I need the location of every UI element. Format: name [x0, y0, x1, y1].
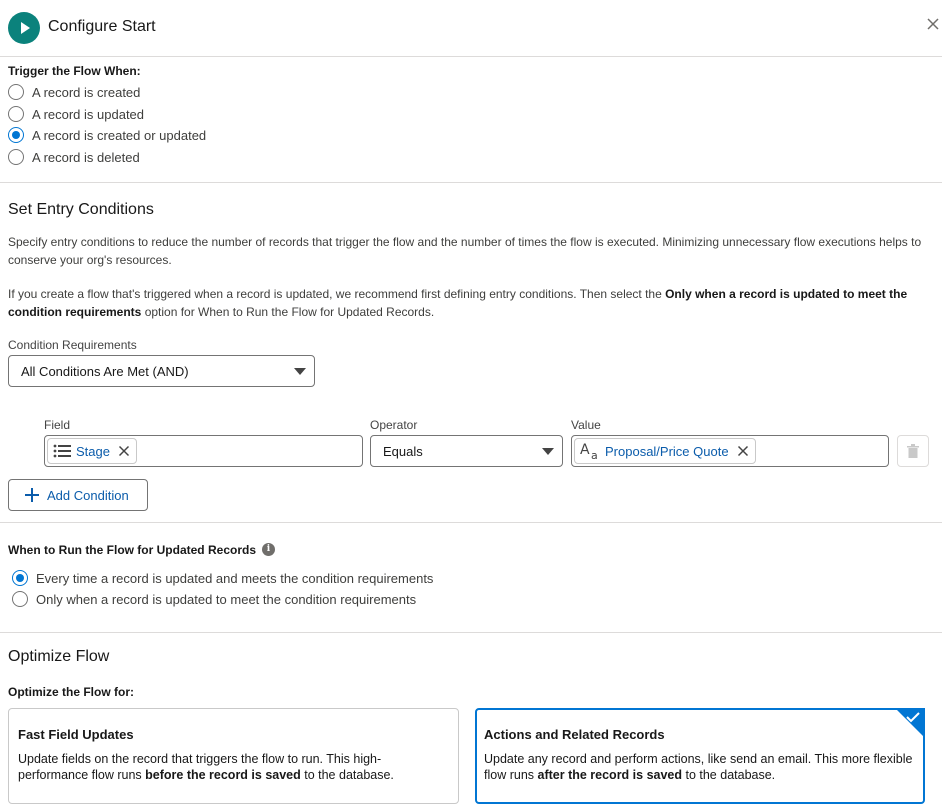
- field-pill-text: Stage: [76, 443, 110, 459]
- play-icon: [8, 12, 40, 44]
- picklist-icon: [53, 444, 71, 458]
- chevron-down-icon: [294, 368, 306, 375]
- close-icon: [927, 18, 939, 30]
- card-title: Fast Field Updates: [18, 727, 134, 742]
- radio-label: A record is created: [32, 84, 141, 100]
- card-desc-bold: after the record is saved: [537, 768, 683, 782]
- trash-icon: [907, 444, 919, 458]
- value-label: Value: [571, 418, 601, 432]
- radio-label: A record is created or updated: [32, 127, 207, 143]
- card-description: Update fields on the record that trigger…: [18, 751, 448, 783]
- divider: [0, 632, 942, 633]
- field-pill[interactable]: Stage: [47, 438, 137, 464]
- info-icon[interactable]: i: [262, 543, 275, 556]
- entry-conditions-description: Specify entry conditions to reduce the n…: [8, 235, 922, 267]
- card-desc-end: to the database.: [682, 768, 776, 782]
- radio-button-checked[interactable]: [12, 570, 28, 586]
- add-condition-label: Add Condition: [47, 487, 129, 503]
- value-pill-text: Proposal/Price Quote: [605, 443, 729, 459]
- svg-text:A: A: [580, 442, 590, 458]
- tip-text: If you create a flow that's triggered wh…: [8, 287, 666, 301]
- checkmark-icon: [906, 712, 920, 723]
- radio-button-checked[interactable]: [8, 127, 24, 143]
- condition-requirements-value: All Conditions Are Met (AND): [21, 364, 189, 379]
- remove-pill-icon[interactable]: [118, 445, 130, 457]
- value-input[interactable]: A a Proposal/Price Quote: [571, 435, 889, 467]
- page-title: Configure Start: [48, 18, 156, 35]
- run-option-every-time[interactable]: Every time a record is updated and meets…: [12, 568, 433, 588]
- optimize-heading: Optimize Flow: [8, 648, 110, 665]
- radio-button[interactable]: [12, 591, 28, 607]
- divider: [0, 182, 942, 183]
- plus-icon: [25, 488, 39, 502]
- trigger-option-updated[interactable]: A record is updated: [8, 104, 144, 124]
- close-button[interactable]: [924, 14, 942, 34]
- card-desc-bold: before the record is saved: [145, 768, 301, 782]
- trigger-option-created[interactable]: A record is created: [8, 82, 140, 102]
- trigger-label: Trigger the Flow When:: [8, 64, 141, 78]
- radio-button[interactable]: [8, 149, 24, 165]
- run-label: When to Run the Flow for Updated Records: [8, 543, 256, 557]
- card-actions-related-records[interactable]: Actions and Related Records Update any r…: [475, 708, 925, 804]
- radio-button[interactable]: [8, 84, 24, 100]
- tip-text-end: option for When to Run the Flow for Upda…: [141, 305, 435, 319]
- delete-condition-button[interactable]: [897, 435, 929, 467]
- radio-button[interactable]: [8, 106, 24, 122]
- chevron-down-icon: [542, 448, 554, 455]
- condition-requirements-label: Condition Requirements: [8, 338, 137, 352]
- trigger-option-created-or-updated[interactable]: A record is created or updated: [8, 125, 206, 145]
- trigger-option-deleted[interactable]: A record is deleted: [8, 147, 140, 167]
- entry-conditions-heading: Set Entry Conditions: [8, 201, 154, 218]
- radio-label: Only when a record is updated to meet th…: [36, 591, 417, 607]
- condition-requirements-select[interactable]: All Conditions Are Met (AND): [8, 355, 315, 387]
- radio-label: Every time a record is updated and meets…: [36, 570, 434, 586]
- card-description: Update any record and perform actions, l…: [484, 751, 914, 783]
- modal-header: Configure Start: [0, 0, 942, 57]
- value-pill[interactable]: A a Proposal/Price Quote: [574, 438, 756, 464]
- operator-select[interactable]: Equals: [370, 435, 563, 467]
- field-label: Field: [44, 418, 71, 432]
- divider: [0, 522, 942, 523]
- card-fast-field-updates[interactable]: Fast Field Updates Update fields on the …: [8, 708, 459, 804]
- text-type-icon: A a: [580, 442, 598, 461]
- card-title: Actions and Related Records: [484, 727, 665, 742]
- svg-text:a: a: [591, 449, 598, 461]
- entry-conditions-tip: If you create a flow that's triggered wh…: [8, 285, 933, 321]
- card-desc-end: to the database.: [300, 768, 394, 782]
- radio-label: A record is updated: [32, 106, 145, 122]
- radio-label: A record is deleted: [32, 149, 140, 165]
- remove-pill-icon[interactable]: [737, 445, 749, 457]
- operator-value: Equals: [383, 444, 423, 459]
- add-condition-button[interactable]: Add Condition: [8, 479, 148, 511]
- run-option-only-when[interactable]: Only when a record is updated to meet th…: [12, 589, 416, 609]
- operator-label: Operator: [370, 418, 418, 432]
- optimize-label: Optimize the Flow for:: [8, 685, 134, 699]
- field-input[interactable]: Stage: [44, 435, 363, 467]
